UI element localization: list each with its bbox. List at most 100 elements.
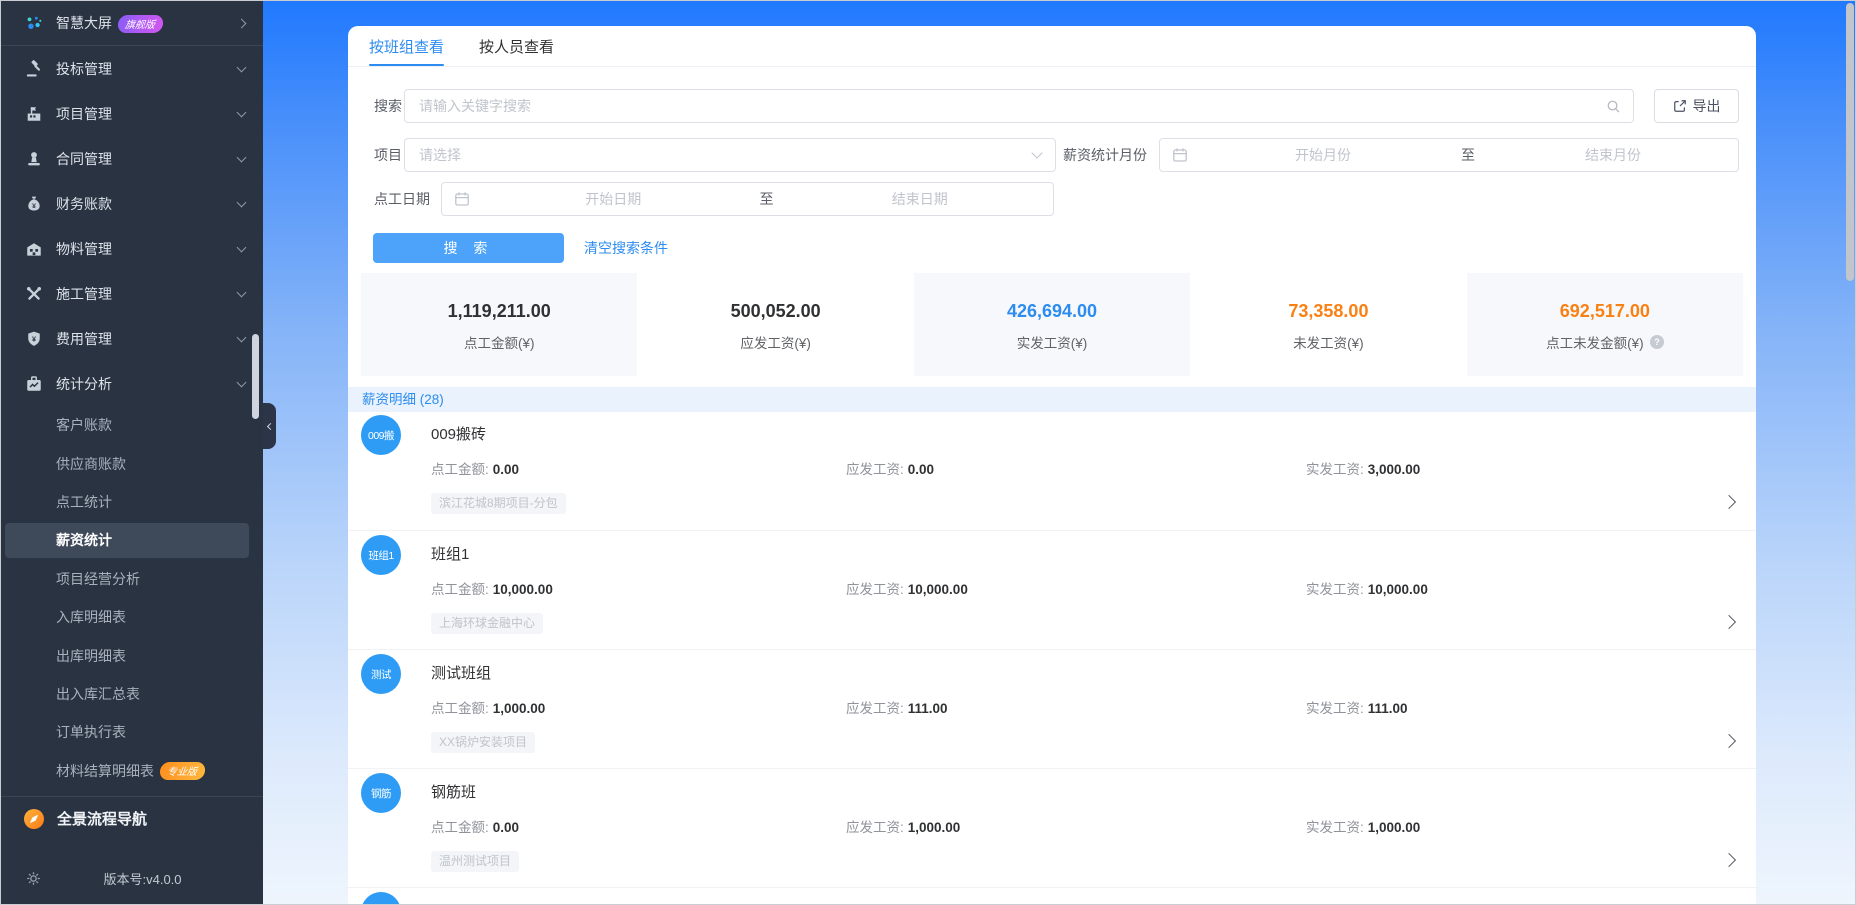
- daywork-amount-field: 点工金额:0.00: [431, 817, 519, 839]
- sidebar-item-project[interactable]: 项目管理: [1, 91, 263, 136]
- sidebar-item-construction[interactable]: 施工管理: [1, 271, 263, 316]
- stat-label: 点工金额(¥): [361, 332, 637, 352]
- date-start-placeholder[interactable]: 开始日期: [480, 189, 747, 209]
- chevron-right-icon: [237, 18, 247, 28]
- paid-salary-field: 实发工资:10,000.00: [1306, 579, 1428, 601]
- chevron-right-icon[interactable]: [1722, 495, 1736, 509]
- brand-label: 智慧大屏: [56, 15, 112, 31]
- salary-group-row[interactable]: 测试 测试班组 点工金额:1,000.00 应发工资:111.00 实发工资:1…: [348, 649, 1756, 768]
- chevron-right-icon[interactable]: [1722, 734, 1736, 748]
- sidebar-subitem-order-execution[interactable]: 订单执行表: [1, 713, 263, 751]
- project-tag: 温州测试项目: [431, 851, 519, 872]
- avatar: [361, 892, 401, 905]
- sidebar-subitem-daywork-stats[interactable]: 点工统计: [1, 483, 263, 521]
- paid-salary-field: 实发工资:1,000.00: [1306, 817, 1420, 839]
- salary-group-row[interactable]: 班组1 班组1 点工金额:10,000.00 应发工资:10,000.00 实发…: [348, 530, 1756, 649]
- calendar-icon: [1172, 147, 1188, 163]
- avatar: 009搬: [361, 415, 401, 455]
- sidebar-scrollbar-thumb[interactable]: [252, 334, 259, 419]
- payable-salary-field: 应发工资:10,000.00: [846, 579, 968, 601]
- date-end-placeholder[interactable]: 结束日期: [787, 189, 1054, 209]
- svg-text:¥: ¥: [32, 202, 36, 209]
- sidebar-item-bidding[interactable]: 投标管理: [1, 46, 263, 91]
- stat-value: 500,052.00: [637, 301, 913, 322]
- view-tabs: 按班组查看 按人员查看: [348, 34, 1756, 67]
- stat-label: 未发工资(¥): [1190, 332, 1466, 352]
- search-input[interactable]: [405, 90, 1606, 122]
- sidebar-item-finance[interactable]: ¥ 财务账款: [1, 181, 263, 226]
- daywork-amount-field: 点工金额:0.00: [431, 459, 519, 481]
- sidebar-item-expense[interactable]: ¥ 费用管理: [1, 316, 263, 361]
- month-end-placeholder[interactable]: 结束月份: [1488, 145, 1738, 165]
- sidebar-item-label: 费用管理: [56, 329, 238, 349]
- chevron-right-icon[interactable]: [1722, 853, 1736, 867]
- salary-detail-header: 薪资明细 (28): [348, 387, 1756, 412]
- chevron-down-icon: [237, 107, 247, 117]
- sidebar-subitem-project-analysis[interactable]: 项目经营分析: [1, 560, 263, 598]
- salary-group-row-partial[interactable]: [348, 887, 1756, 905]
- project-label: 项目: [374, 138, 402, 172]
- pro-badge: 专业版: [159, 762, 206, 780]
- sidebar-item-smart-screen[interactable]: 智慧大屏旗舰版: [1, 1, 263, 46]
- daywork-amount-field: 点工金额:10,000.00: [431, 579, 553, 601]
- chevron-down-icon: [237, 242, 247, 252]
- help-icon[interactable]: ?: [1650, 335, 1664, 349]
- month-start-placeholder[interactable]: 开始月份: [1198, 145, 1448, 165]
- sidebar-subitem-salary-stats[interactable]: 薪资统计: [1, 521, 263, 559]
- sidebar-subitem-supplier-accounts[interactable]: 供应商账款: [1, 444, 263, 482]
- salary-group-row[interactable]: 钢筋 钢筋班 点工金额:0.00 应发工资:1,000.00 实发工资:1,00…: [348, 768, 1756, 887]
- sidebar-item-label: 项目管理: [56, 104, 238, 124]
- chevron-down-icon: [237, 62, 247, 72]
- sidebar-item-label: 合同管理: [56, 149, 238, 169]
- export-icon: [1673, 99, 1687, 113]
- panorama-label: 全景流程导航: [57, 808, 147, 829]
- sidebar-subitem-inout-summary[interactable]: 出入库汇总表: [1, 675, 263, 713]
- chevron-right-icon[interactable]: [1722, 615, 1736, 629]
- sidebar-subitem-outbound-detail[interactable]: 出库明细表: [1, 636, 263, 674]
- tab-by-person[interactable]: 按人员查看: [479, 34, 554, 66]
- group-title: 009搬砖: [431, 424, 486, 446]
- sidebar-item-label: 财务账款: [56, 194, 238, 214]
- stat-daywork-amount: 1,119,211.00 点工金额(¥): [361, 273, 637, 376]
- tab-by-group[interactable]: 按班组查看: [369, 34, 444, 66]
- salary-stats-card: 按班组查看 按人员查看 搜索: [348, 26, 1756, 905]
- project-select[interactable]: 请选择: [404, 138, 1056, 172]
- money-bag-icon: ¥: [25, 195, 43, 213]
- sidebar-subitem-inbound-detail[interactable]: 入库明细表: [1, 598, 263, 636]
- range-separator: 至: [747, 189, 787, 209]
- stat-payable-salary: 500,052.00 应发工资(¥): [637, 273, 913, 376]
- search-icon[interactable]: [1606, 99, 1621, 114]
- group-title: 班组1: [431, 544, 469, 566]
- chevron-down-icon: [237, 332, 247, 342]
- sidebar-subitem-material-settlement[interactable]: 材料结算明细表 专业版: [1, 752, 263, 790]
- statistics-submenu: 客户账款 供应商账款 点工统计 薪资统计 项目经营分析 入库明细表 出库明细表 …: [1, 406, 263, 790]
- gear-icon[interactable]: [25, 870, 42, 887]
- stat-value: 73,358.00: [1190, 301, 1466, 322]
- chevron-down-icon: [1031, 147, 1042, 158]
- sidebar-collapse-handle[interactable]: [263, 403, 276, 449]
- payable-salary-field: 应发工资:0.00: [846, 459, 934, 481]
- work-date-range-picker[interactable]: 开始日期 至 结束日期: [441, 182, 1054, 216]
- sidebar-item-contract[interactable]: 合同管理: [1, 136, 263, 181]
- page-scrollbar-thumb[interactable]: [1846, 3, 1854, 281]
- sidebar-item-panorama-nav[interactable]: 全景流程导航: [1, 797, 263, 841]
- stamp-icon: [25, 150, 43, 168]
- sidebar-item-statistics[interactable]: 统计分析: [1, 361, 263, 406]
- sidebar-item-label: 物料管理: [56, 239, 238, 259]
- export-button[interactable]: 导出: [1654, 89, 1739, 123]
- sidebar-item-material[interactable]: 物料管理: [1, 226, 263, 271]
- sidebar-item-label: 投标管理: [56, 59, 238, 79]
- project-tag: 上海环球金融中心: [431, 613, 543, 634]
- clear-filters-link[interactable]: 清空搜索条件: [584, 233, 668, 263]
- sidebar-subitem-customer-accounts[interactable]: 客户账款: [1, 406, 263, 444]
- group-title: 测试班组: [431, 663, 491, 685]
- stat-daywork-unpaid: 692,517.00 点工未发金额(¥) ?: [1467, 273, 1743, 376]
- salary-month-range-picker[interactable]: 开始月份 至 结束月份: [1159, 138, 1739, 172]
- stat-value: 426,694.00: [914, 301, 1190, 322]
- avatar: 测试: [361, 654, 401, 694]
- search-button[interactable]: 搜 索: [373, 233, 564, 263]
- salary-group-row[interactable]: 009搬 009搬砖 点工金额:0.00 应发工资:0.00 实发工资:3,00…: [348, 411, 1756, 530]
- sidebar-footer: 版本号:v4.0.0: [1, 860, 263, 896]
- keyword-search-field: [404, 89, 1634, 123]
- sidebar-item-label: 施工管理: [56, 284, 238, 304]
